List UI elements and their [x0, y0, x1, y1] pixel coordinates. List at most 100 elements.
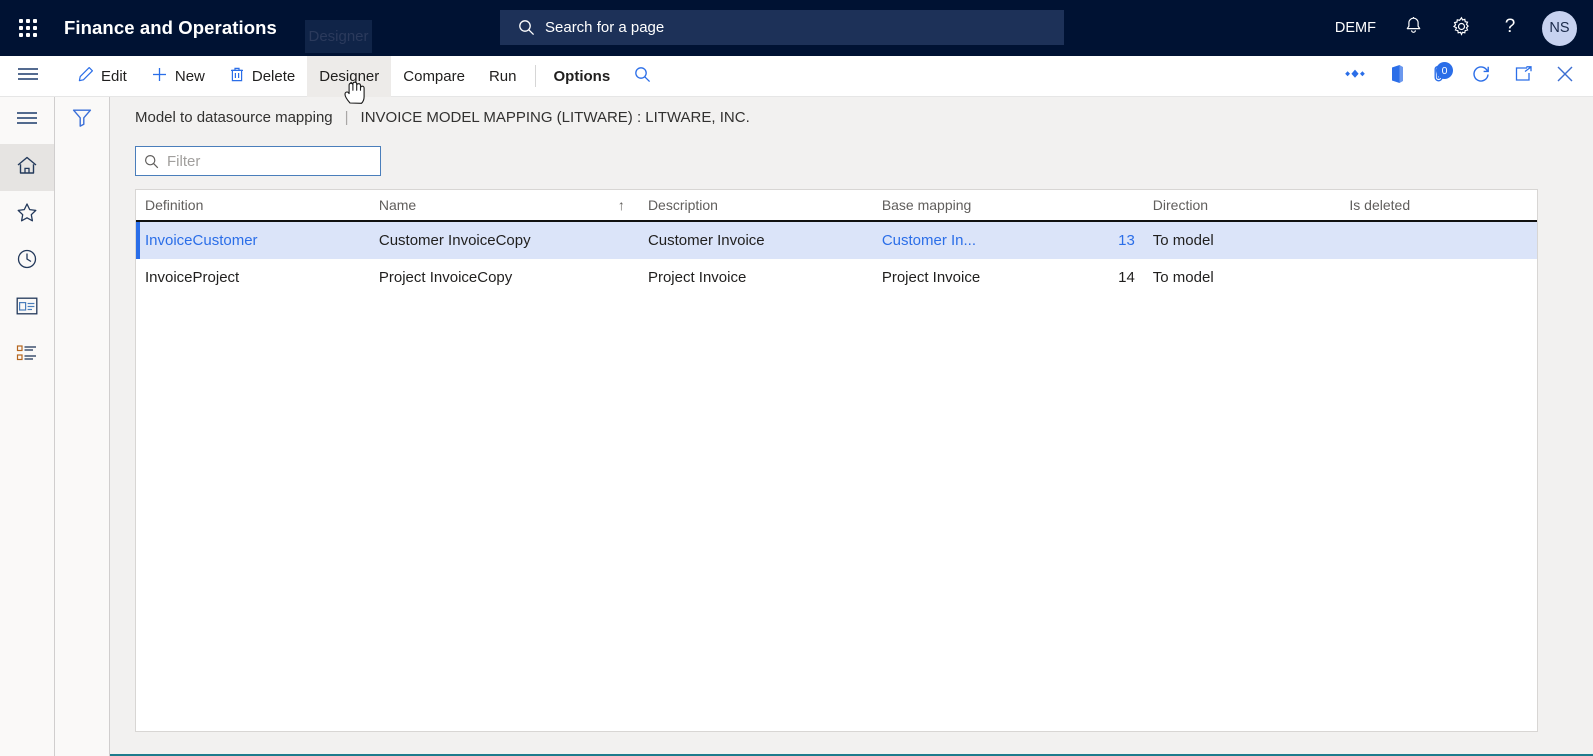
attachments-button[interactable]: 0: [1419, 56, 1459, 97]
compare-button[interactable]: Compare: [391, 56, 477, 97]
rail-item-modules[interactable]: [0, 332, 54, 379]
column-header-base-mapping[interactable]: Base mapping: [873, 189, 1107, 221]
column-header-direction[interactable]: Direction: [1144, 189, 1341, 221]
options-button[interactable]: Options: [542, 56, 623, 97]
home-icon: [16, 155, 38, 181]
cell-description: Project Invoice: [647, 269, 747, 286]
avatar[interactable]: NS: [1542, 10, 1577, 46]
cell-direction-number: 14: [1118, 269, 1135, 286]
office-book-icon: [1389, 64, 1406, 89]
breadcrumb-separator: |: [344, 109, 349, 126]
settings-button[interactable]: [1437, 0, 1486, 56]
favorites-star-icon: [16, 202, 38, 228]
gear-icon: [1451, 16, 1472, 41]
attachments-count-badge: 0: [1436, 62, 1453, 79]
grid-header-row: Definition Name ↑ Description Base mappi…: [136, 190, 1537, 222]
company-selector[interactable]: DEMF: [1321, 0, 1390, 56]
app-launcher-button[interactable]: [0, 0, 56, 56]
cell-name: Customer InvoiceCopy: [378, 232, 531, 249]
recent-clock-icon: [16, 248, 38, 275]
filter-pane-strip: [55, 97, 110, 756]
office-book-button[interactable]: [1377, 56, 1417, 97]
breadcrumb: Model to datasource mapping | INVOICE MO…: [135, 109, 750, 126]
column-header-definition[interactable]: Definition: [136, 189, 370, 221]
help-button[interactable]: ?: [1486, 0, 1534, 56]
cell-description: Customer Invoice: [647, 232, 765, 249]
column-header-description[interactable]: Description: [639, 189, 873, 221]
refresh-icon: [1472, 65, 1491, 89]
run-button-label: Run: [488, 67, 517, 85]
refresh-button[interactable]: [1461, 56, 1501, 97]
rail-item-recent[interactable]: [0, 238, 54, 285]
pencil-icon: [77, 66, 94, 87]
filter-funnel-icon: [72, 108, 92, 132]
popout-icon: [1514, 65, 1533, 88]
command-bar-right-icons: 0: [1335, 56, 1585, 97]
page-content: Model to datasource mapping | INVOICE MO…: [110, 97, 1593, 756]
new-button-label: New: [174, 67, 205, 85]
sort-ascending-icon: ↑: [617, 197, 625, 213]
cell-sort-spacer: [604, 222, 639, 259]
table-row[interactable]: InvoiceCustomer Customer InvoiceCopy Cus…: [136, 222, 1537, 259]
diamonds-icon: [1345, 67, 1365, 86]
command-buttons: Edit New Delete Designer Compare Run Opt…: [65, 55, 663, 97]
command-separator: [534, 65, 536, 87]
run-button[interactable]: Run: [477, 56, 529, 97]
filter-input[interactable]: [167, 152, 357, 170]
designer-tooltip-ghost: Designer: [305, 20, 372, 53]
column-header-name[interactable]: Name: [370, 189, 604, 221]
close-button[interactable]: [1545, 56, 1585, 97]
command-search-button[interactable]: [622, 56, 663, 97]
page-title: INVOICE MODEL MAPPING (LITWARE) : LITWAR…: [360, 109, 750, 126]
hamburger-menu-icon: [17, 67, 39, 86]
global-search-box[interactable]: Search for a page: [500, 10, 1064, 45]
delete-button[interactable]: Delete: [217, 56, 307, 97]
rail-menu-button[interactable]: [0, 97, 54, 144]
designer-button-label: Designer: [319, 67, 380, 85]
breadcrumb-caption[interactable]: Model to datasource mapping: [135, 109, 333, 126]
filter-pane-toggle[interactable]: [55, 97, 109, 143]
cell-is-deleted: [1340, 259, 1537, 296]
hamburger-menu-icon: [16, 111, 38, 130]
cell-base-mapping[interactable]: Customer In...: [873, 222, 1107, 259]
rail-item-favorites[interactable]: [0, 191, 54, 238]
cell-definition[interactable]: InvoiceCustomer: [136, 222, 370, 259]
cell-direction: To model: [1152, 232, 1214, 249]
app-title: Finance and Operations: [64, 17, 277, 38]
notifications-button[interactable]: [1390, 0, 1437, 56]
top-navigation-bar: Finance and Operations Designer Search f…: [0, 0, 1593, 56]
cell-base-mapping: Project Invoice: [881, 269, 981, 286]
edit-button-label: Edit: [101, 67, 127, 85]
rail-item-workspaces[interactable]: [0, 285, 54, 332]
designer-button[interactable]: Designer: [307, 55, 392, 97]
search-icon: [634, 66, 651, 87]
global-search-placeholder: Search for a page: [545, 19, 665, 36]
modules-list-icon: [16, 344, 38, 367]
data-grid: Definition Name ↑ Description Base mappi…: [135, 189, 1538, 732]
popout-button[interactable]: [1503, 56, 1543, 97]
left-navigation-rail: [0, 97, 55, 756]
column-header-is-deleted[interactable]: Is deleted: [1340, 189, 1537, 221]
table-row[interactable]: InvoiceProject Project InvoiceCopy Proje…: [136, 259, 1537, 296]
new-button[interactable]: New: [139, 56, 217, 97]
compare-button-label: Compare: [403, 67, 465, 85]
search-icon: [144, 154, 159, 169]
workspaces-icon: [16, 297, 38, 320]
cell-definition[interactable]: InvoiceProject: [136, 259, 370, 296]
close-icon: [1556, 65, 1574, 88]
edit-button[interactable]: Edit: [65, 56, 139, 97]
cell-name: Project InvoiceCopy: [378, 269, 513, 286]
cell-is-deleted: [1340, 222, 1537, 259]
cell-direction-number: 13: [1118, 232, 1135, 249]
navigation-toggle-button[interactable]: [0, 56, 55, 97]
top-right-actions: DEMF ? NS: [1321, 0, 1593, 56]
diamonds-button[interactable]: [1335, 56, 1375, 97]
plus-icon: [151, 66, 168, 87]
svg-text:?: ?: [1505, 16, 1516, 37]
bell-icon: [1404, 16, 1423, 40]
quick-filter[interactable]: [135, 146, 381, 176]
question-mark-icon: ?: [1500, 15, 1520, 41]
cell-direction: To model: [1152, 269, 1214, 286]
rail-item-home[interactable]: [0, 144, 54, 191]
trash-icon: [229, 66, 245, 87]
